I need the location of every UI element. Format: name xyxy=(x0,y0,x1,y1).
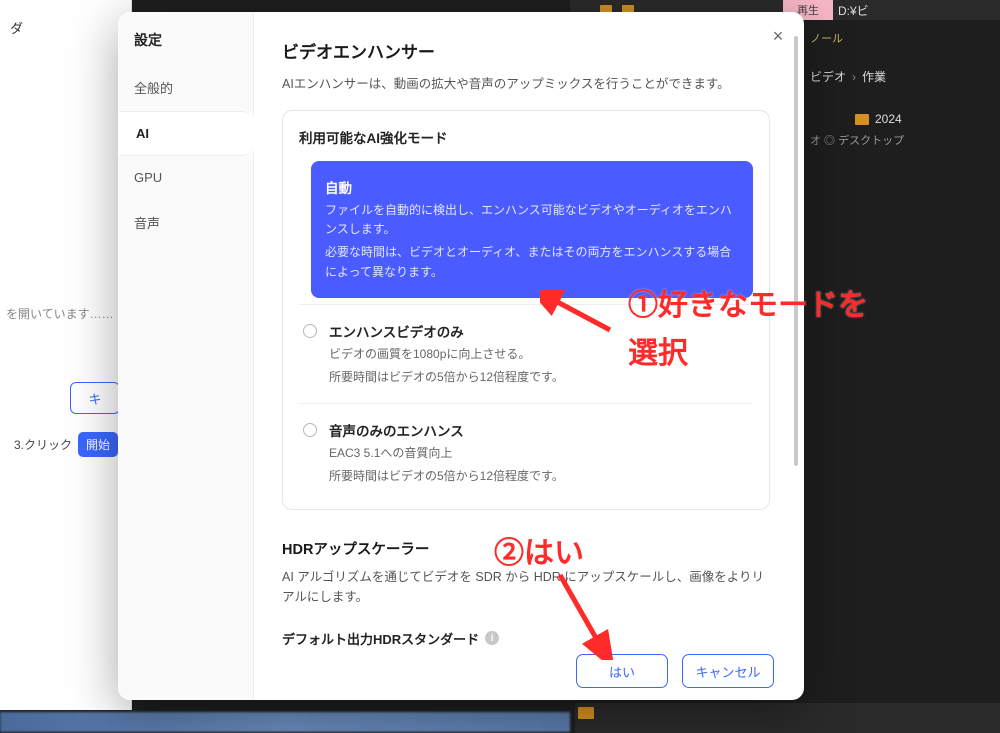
radio-audio[interactable] xyxy=(303,423,317,437)
breadcrumb[interactable]: ビデオ › 作業 xyxy=(810,68,886,85)
mode-video-row[interactable]: エンハンスビデオのみ ビデオの画質を1080pに向上させる。 所要時間はビデオの… xyxy=(299,304,753,397)
breadcrumb-item[interactable]: ビデオ xyxy=(810,68,846,85)
section-title: ビデオエンハンサー xyxy=(282,38,770,63)
section-desc: AIエンハンサーは、動画の拡大や音声のアップミックスを行うことができます。 xyxy=(282,73,770,92)
mode-auto-label: 自動 xyxy=(325,177,739,197)
mode-auto-desc1: ファイルを自動的に検出し、エンハンス可能なビデオやオーディオをエンハンスします。 xyxy=(325,201,739,239)
scrollbar-thumb[interactable] xyxy=(794,36,798,466)
settings-dialog: 設定 全般的 AI GPU 音声 × ビデオエンハンサー AIエンハンサーは、動… xyxy=(118,12,804,700)
ok-button[interactable]: はい xyxy=(576,654,668,688)
mode-audio-desc2: 所要時間はビデオの5倍から12倍程度です。 xyxy=(329,467,749,486)
taskbar xyxy=(0,712,570,732)
hdr-title: HDRアップスケーラー xyxy=(282,538,770,559)
breadcrumb-item[interactable]: 作業 xyxy=(862,68,886,85)
mode-audio-row[interactable]: 音声のみのエンハンス EAC3 5.1への音質向上 所要時間はビデオの5倍から1… xyxy=(299,403,753,496)
mode-auto-row[interactable]: 自動 ファイルを自動的に検出し、エンハンス可能なビデオやオーディオをエンハンスし… xyxy=(299,161,753,298)
hdr-section: HDRアップスケーラー AI アルゴリズムを通じてビデオを SDR から HDR… xyxy=(282,538,770,648)
left-panel: ダ を開いています…… キ 3.クリック 開始 xyxy=(0,0,132,710)
mode-auto-desc2: 必要な時間は、ビデオとオーディオ、またはその両方をエンハンスする場合によって異な… xyxy=(325,243,739,281)
folder-item[interactable]: 2024 xyxy=(855,112,902,126)
folder-icon xyxy=(578,707,594,719)
folder-label: ダ xyxy=(0,10,131,45)
dialog-footer: はい キャンセル xyxy=(576,654,774,688)
step-label: 3.クリック xyxy=(14,436,72,453)
mode-audio-label: 音声のみのエンハンス xyxy=(329,420,749,440)
dialog-title: 設定 xyxy=(118,26,253,64)
hdr-standard-label: デフォルト出力HDRスタンダード xyxy=(282,629,479,648)
bottom-strip xyxy=(575,703,1000,733)
radio-video[interactable] xyxy=(303,324,317,338)
folder-name: 2024 xyxy=(875,112,902,126)
drive-label: D:¥ビ xyxy=(838,2,869,19)
mode-video-desc2: 所要時間はビデオの5倍から12倍程度です。 xyxy=(329,368,749,387)
modes-card: 利用可能なAI強化モード 自動 ファイルを自動的に検出し、エンハンス可能なビデオ… xyxy=(282,110,770,510)
start-button[interactable]: 開始 xyxy=(78,432,118,457)
partial-button[interactable]: キ xyxy=(70,382,120,414)
nav-audio[interactable]: 音声 xyxy=(118,199,253,246)
dialog-main: × ビデオエンハンサー AIエンハンサーは、動画の拡大や音声のアップミックスを行… xyxy=(254,12,804,700)
hdr-desc: AI アルゴリズムを通じてビデオを SDR から HDR にアップスケールし、画… xyxy=(282,567,770,607)
chevron-right-icon: › xyxy=(852,70,856,84)
hdr-standard-row: デフォルト出力HDRスタンダード i xyxy=(282,629,770,648)
mode-video-label: エンハンスビデオのみ xyxy=(329,321,749,341)
nav-general[interactable]: 全般的 xyxy=(118,64,253,111)
nav-ai[interactable]: AI xyxy=(118,111,254,156)
folder-icon xyxy=(855,114,869,125)
info-icon[interactable]: i xyxy=(485,631,499,645)
tool-label: ノール xyxy=(810,30,843,46)
dialog-sidebar: 設定 全般的 AI GPU 音声 xyxy=(118,12,254,700)
desktop-shortcut: オ ◎ デスクトップ xyxy=(810,132,904,148)
modes-head: 利用可能なAI強化モード xyxy=(299,127,753,147)
status-opening: を開いています…… xyxy=(0,305,131,322)
cancel-button[interactable]: キャンセル xyxy=(682,654,774,688)
mode-video-desc1: ビデオの画質を1080pに向上させる。 xyxy=(329,345,749,364)
close-button[interactable]: × xyxy=(768,26,788,46)
mode-audio-desc1: EAC3 5.1への音質向上 xyxy=(329,444,749,463)
scrollbar[interactable] xyxy=(794,36,798,676)
nav-gpu[interactable]: GPU xyxy=(118,156,253,199)
